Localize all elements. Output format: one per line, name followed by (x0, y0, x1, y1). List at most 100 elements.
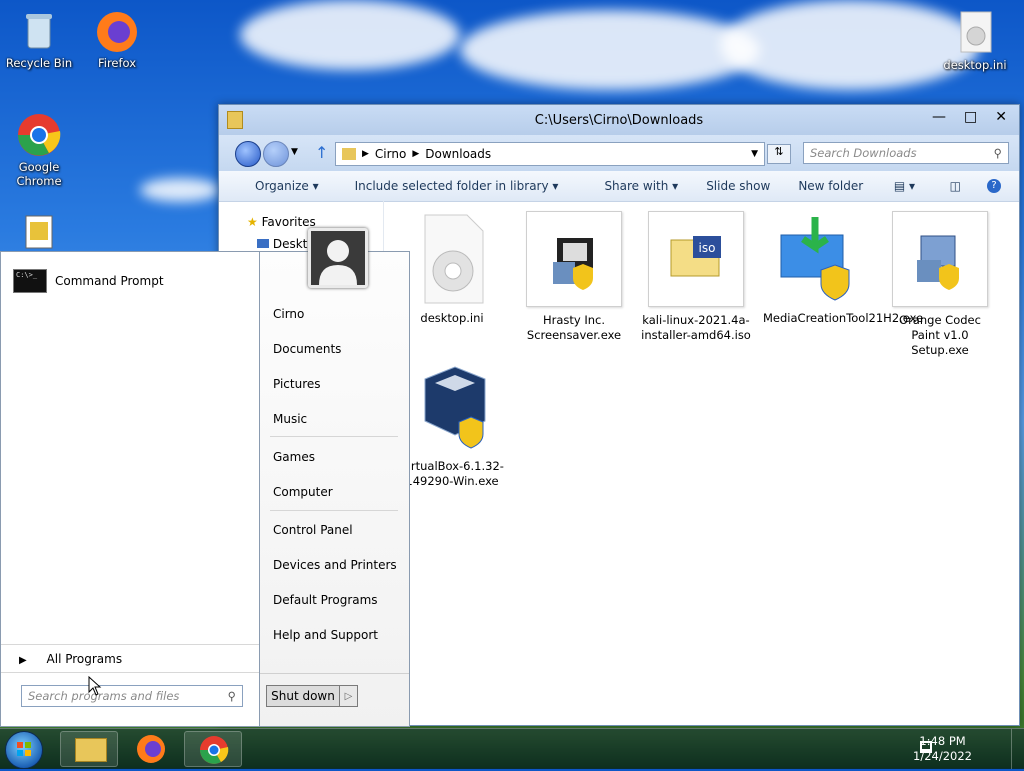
file-item[interactable]: iso kali-linux-2021.4a-installer-amd64.i… (641, 211, 751, 343)
start-link-music[interactable]: Music (273, 412, 307, 426)
desktop-icon-firefox[interactable]: Firefox (80, 8, 154, 70)
close-button[interactable]: ✕ (995, 109, 1007, 125)
clock-time: 1:48 PM (919, 734, 966, 748)
breadcrumb-item[interactable]: Downloads (425, 147, 491, 161)
start-link-computer[interactable]: Computer (273, 485, 333, 499)
file-name: MediaCreationTool21H2.exe (763, 311, 924, 325)
maximize-button[interactable]: □ (964, 109, 977, 125)
taskbar-chrome[interactable] (184, 731, 242, 767)
refresh-icon[interactable]: ⇅ (767, 144, 791, 164)
breadcrumb-chevron-icon: ▶ (412, 149, 420, 159)
show-desktop-button[interactable] (1011, 729, 1024, 769)
system-clock[interactable]: 1:48 PM 1/24/2022 (913, 734, 972, 764)
shutdown-options-arrow-icon[interactable]: ▷ (340, 685, 358, 707)
start-search-input[interactable]: Search programs and files ⚲ (21, 685, 243, 707)
file-name: Orange Codec Paint v1.0 Setup.exe (899, 313, 981, 357)
start-link-documents[interactable]: Documents (273, 342, 341, 356)
user-avatar[interactable] (308, 228, 368, 288)
firefox-icon (137, 735, 165, 763)
start-button[interactable] (5, 731, 43, 769)
clock-date: 1/24/2022 (913, 749, 972, 763)
desktop-icon-label: Google Chrome (16, 160, 62, 188)
start-menu-programs: C:\>_ Command Prompt ▶ All Programs Sear… (0, 251, 260, 727)
up-arrow-icon[interactable]: ↑ (315, 143, 328, 162)
title-bar[interactable]: C:\Users\Cirno\Downloads — □ ✕ (219, 105, 1019, 135)
all-programs-button[interactable]: ▶ All Programs (19, 652, 122, 666)
share-with-menu[interactable]: Share with ▾ (586, 179, 678, 193)
file-item[interactable]: desktop.ini (397, 211, 507, 326)
start-link-user[interactable]: Cirno (273, 307, 304, 321)
start-link-devices[interactable]: Devices and Printers (273, 558, 397, 572)
shutdown-button[interactable]: Shut down (266, 685, 340, 707)
watermark-line-2: 0.959cf95 (876, 709, 937, 723)
search-placeholder: Search Downloads (810, 146, 917, 160)
taskbar-firefox[interactable] (122, 731, 180, 767)
preview-pane-icon[interactable]: ◫ (950, 179, 961, 193)
forward-button[interactable] (263, 141, 289, 167)
command-bar: Organize ▾ Include selected folder in li… (219, 171, 1019, 202)
mouse-cursor-icon (88, 675, 102, 699)
desktop-icon-desktop-ini[interactable]: desktop.ini (938, 10, 1012, 72)
desktop-icon-label: Firefox (97, 56, 137, 70)
help-icon[interactable]: ? (987, 179, 1001, 193)
chrome-icon (200, 736, 229, 764)
file-name: desktop.ini (420, 311, 484, 325)
media-creation-tool-icon (771, 211, 865, 305)
start-link-default-programs[interactable]: Default Programs (273, 593, 378, 607)
start-link-pictures[interactable]: Pictures (273, 377, 321, 391)
minimize-button[interactable]: — (932, 109, 946, 125)
taskbar-explorer[interactable] (60, 731, 118, 767)
breadcrumb-chevron-icon: ▶ (362, 149, 369, 159)
file-name: kali-linux-2021.4a-installer-amd64.iso (641, 313, 751, 342)
file-name: VirtualBox-6.1.32-149290-Win.exe (400, 459, 504, 488)
desktop-icon-recycle-bin[interactable]: Recycle Bin (2, 8, 76, 70)
command-prompt-icon: C:\>_ (13, 269, 47, 293)
new-folder-button[interactable]: New folder (798, 179, 863, 193)
view-options-icon[interactable]: ▤ ▾ (894, 179, 915, 193)
address-box[interactable]: ▶ Cirno ▶ Downloads ▼ (335, 142, 765, 166)
desktop-icon-label: Recycle Bin (5, 56, 73, 70)
gear-file-icon (405, 211, 499, 305)
recycle-bin-icon (16, 8, 62, 54)
search-input[interactable]: Search Downloads ⚲ (803, 142, 1009, 164)
start-menu-places: Cirno Documents Pictures Music Games Com… (260, 251, 410, 727)
file-item[interactable]: MediaCreationTool21H2.exe (763, 211, 924, 326)
file-name: Hrasty Inc. Screensaver.exe (526, 313, 622, 342)
chrome-icon (16, 112, 62, 158)
file-item[interactable]: Orange Codec Paint v1.0 Setup.exe (885, 211, 995, 358)
file-list: desktop.ini Hrasty Inc. Screensaver.exe … (387, 211, 1019, 725)
search-icon: ⚲ (993, 146, 1002, 160)
search-placeholder: Search programs and files (28, 689, 180, 703)
firefox-icon (94, 8, 140, 54)
desktop-icon (257, 239, 269, 248)
slide-show-button[interactable]: Slide show (706, 179, 770, 193)
start-link-help[interactable]: Help and Support (273, 628, 378, 642)
star-icon: ★ (247, 215, 258, 229)
arrow-right-icon: ▶ (19, 655, 27, 666)
start-link-control-panel[interactable]: Control Panel (273, 523, 353, 537)
svg-text:iso: iso (699, 241, 716, 255)
start-menu[interactable]: C:\>_ Command Prompt ▶ All Programs Sear… (0, 251, 410, 727)
nav-desktop[interactable]: Deskt (257, 237, 307, 251)
desktop-icon-label: desktop.ini (943, 58, 1007, 72)
folder-icon (342, 148, 356, 160)
back-button[interactable] (235, 141, 261, 167)
recent-pages-chevron-icon[interactable]: ▼ (291, 147, 298, 157)
window-title: C:\Users\Cirno\Downloads (534, 113, 704, 128)
include-library-menu[interactable]: Include selected folder in library ▾ (337, 179, 559, 193)
search-icon: ⚲ (227, 689, 236, 703)
watermark-line-3: 36c (988, 709, 1010, 723)
breadcrumb-item[interactable]: Cirno (375, 147, 406, 161)
desktop-icon-chrome[interactable]: Google Chrome (2, 112, 76, 188)
organize-menu[interactable]: Organize ▾ (237, 179, 319, 193)
start-link-games[interactable]: Games (273, 450, 315, 464)
installer-icon (892, 211, 988, 307)
installer-icon (526, 211, 622, 307)
program-command-prompt[interactable]: C:\>_ Command Prompt (13, 269, 164, 293)
file-item[interactable]: VirtualBox-6.1.32-149290-Win.exe (397, 359, 507, 489)
nav-favorites[interactable]: ★ Favorites (247, 215, 316, 229)
address-dropdown-icon[interactable]: ▼ (751, 149, 758, 159)
virtualbox-icon (405, 359, 499, 453)
file-item[interactable]: Hrasty Inc. Screensaver.exe (519, 211, 629, 343)
folder-icon (75, 738, 107, 762)
